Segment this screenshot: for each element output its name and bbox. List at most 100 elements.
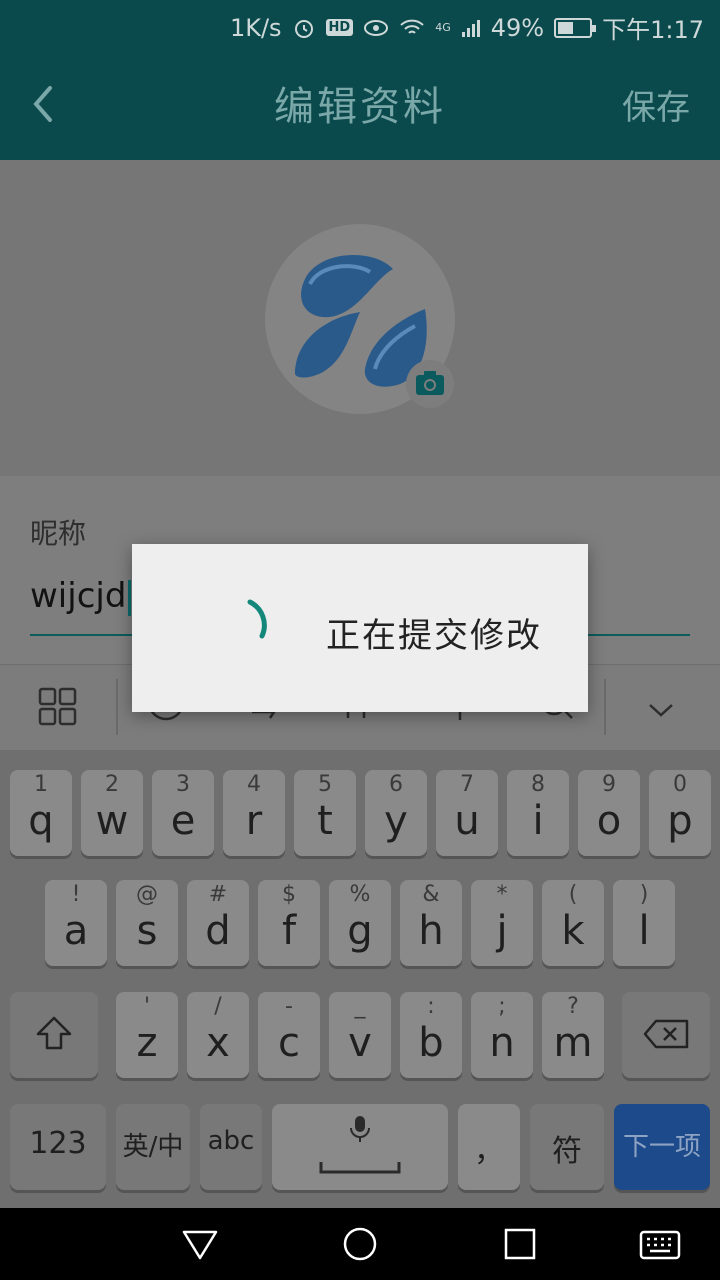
key-sub: 6 — [389, 772, 403, 797]
key-q[interactable]: 1q — [10, 770, 72, 856]
key-sub: ! — [71, 882, 81, 907]
key-sub: 9 — [602, 772, 616, 797]
key-sub: / — [214, 994, 222, 1019]
key-main: l — [638, 908, 650, 954]
key-main: a — [63, 908, 89, 954]
key-g[interactable]: % g — [329, 880, 391, 966]
battery-icon — [554, 17, 597, 38]
key-o[interactable]: 9o — [578, 770, 640, 856]
keyboard-icon — [639, 1230, 681, 1260]
triangle-back-icon — [182, 1230, 218, 1260]
wifi-icon — [400, 19, 424, 34]
hide-keyboard-button[interactable] — [646, 693, 676, 728]
key-sub: : — [427, 994, 435, 1019]
key-n[interactable]: ; n — [471, 992, 533, 1078]
key-sub: - — [285, 994, 293, 1019]
toolbar-divider — [116, 679, 118, 735]
key-sub: $ — [282, 882, 296, 907]
loading-spinner-icon — [247, 599, 267, 639]
key-z[interactable]: ' z — [116, 992, 178, 1078]
chevron-down-icon — [649, 704, 673, 717]
key-sub: ' — [143, 994, 151, 1019]
backspace-icon — [643, 1019, 689, 1049]
shift-icon — [36, 1016, 72, 1050]
back-nav-button[interactable] — [180, 1224, 220, 1264]
nickname-input[interactable]: wijcjd — [30, 576, 132, 616]
key-h[interactable]: & h — [400, 880, 462, 966]
key-label: ， — [474, 1134, 504, 1169]
key-label: 下一项 — [622, 1132, 701, 1162]
symbol-key[interactable]: 符 — [530, 1104, 604, 1190]
key-k[interactable]: (k — [542, 880, 604, 966]
page-title: 编辑资料 — [274, 84, 446, 130]
keyboard-nav-button[interactable] — [638, 1224, 682, 1264]
key-label: abc — [207, 1126, 255, 1156]
key-label: 123 — [29, 1126, 87, 1161]
numbers-key[interactable]: 123 — [10, 1104, 106, 1190]
key-sub: & — [422, 882, 440, 907]
key-main: r — [245, 798, 263, 844]
dialog-message: 正在提交修改 — [326, 616, 542, 656]
language-key[interactable]: 英/中 — [116, 1104, 190, 1190]
next-key[interactable]: 下一项 — [614, 1104, 710, 1190]
shift-key[interactable] — [10, 992, 98, 1078]
abc-key[interactable]: abc — [200, 1104, 262, 1190]
key-main: v — [348, 1020, 372, 1066]
key-j[interactable]: * j — [471, 880, 533, 966]
key-x[interactable]: / x — [187, 992, 249, 1078]
backspace-key[interactable] — [622, 992, 710, 1078]
key-main: d — [205, 908, 231, 954]
key-main: w — [95, 798, 129, 844]
key-v[interactable]: _ v — [329, 992, 391, 1078]
key-sub: 7 — [460, 772, 474, 797]
signal-icon — [461, 19, 480, 37]
key-m[interactable]: ? m — [542, 992, 604, 1078]
comma-key[interactable]: ， — [458, 1104, 520, 1190]
key-main: u — [454, 798, 480, 844]
keyboard-menu-button[interactable] — [38, 687, 78, 735]
key-label: 英/中 — [122, 1132, 184, 1162]
key-s[interactable]: @ s — [116, 880, 178, 966]
home-nav-button[interactable] — [340, 1224, 380, 1264]
save-button[interactable]: 保存 — [622, 80, 690, 129]
key-main: t — [317, 798, 333, 844]
nickname-label: 昵称 — [30, 517, 87, 550]
change-avatar-button[interactable] — [406, 360, 454, 408]
key-main: i — [532, 798, 544, 844]
net-speed: 1K/s — [229, 13, 282, 42]
key-d[interactable]: # d — [187, 880, 249, 966]
key-e[interactable]: 3e — [152, 770, 214, 856]
key-main: j — [496, 908, 508, 954]
key-p[interactable]: 0p — [649, 770, 711, 856]
key-i[interactable]: 8i — [507, 770, 569, 856]
key-w[interactable]: 2w — [81, 770, 143, 856]
system-nav-bar — [0, 1208, 720, 1280]
key-a[interactable]: ! a — [45, 880, 107, 966]
key-u[interactable]: 7u — [436, 770, 498, 856]
key-main: p — [667, 798, 693, 844]
hd-badge: HD — [325, 19, 354, 36]
key-sub: 3 — [176, 772, 190, 797]
nickname-value: wijcjd — [30, 576, 127, 616]
key-main: h — [418, 908, 444, 954]
key-main: b — [418, 1020, 444, 1066]
eye-icon — [364, 19, 389, 36]
space-key[interactable] — [272, 1104, 448, 1190]
key-sub: 0 — [673, 772, 687, 797]
key-main: s — [136, 908, 158, 954]
key-main: z — [136, 1020, 158, 1066]
key-r[interactable]: 4r — [223, 770, 285, 856]
grid-icon — [38, 687, 77, 726]
key-f[interactable]: $ f — [258, 880, 320, 966]
key-l[interactable]: ) l — [613, 880, 675, 966]
key-sub: @ — [136, 882, 158, 907]
key-c[interactable]: -c — [258, 992, 320, 1078]
key-b[interactable]: :b — [400, 992, 462, 1078]
key-t[interactable]: 5t — [294, 770, 356, 856]
key-y[interactable]: 6y — [365, 770, 427, 856]
key-label: 符 — [552, 1134, 582, 1169]
key-sub: 2 — [105, 772, 119, 797]
recents-nav-button[interactable] — [500, 1224, 540, 1264]
key-main: f — [281, 908, 297, 954]
key-sub: 5 — [318, 772, 332, 797]
